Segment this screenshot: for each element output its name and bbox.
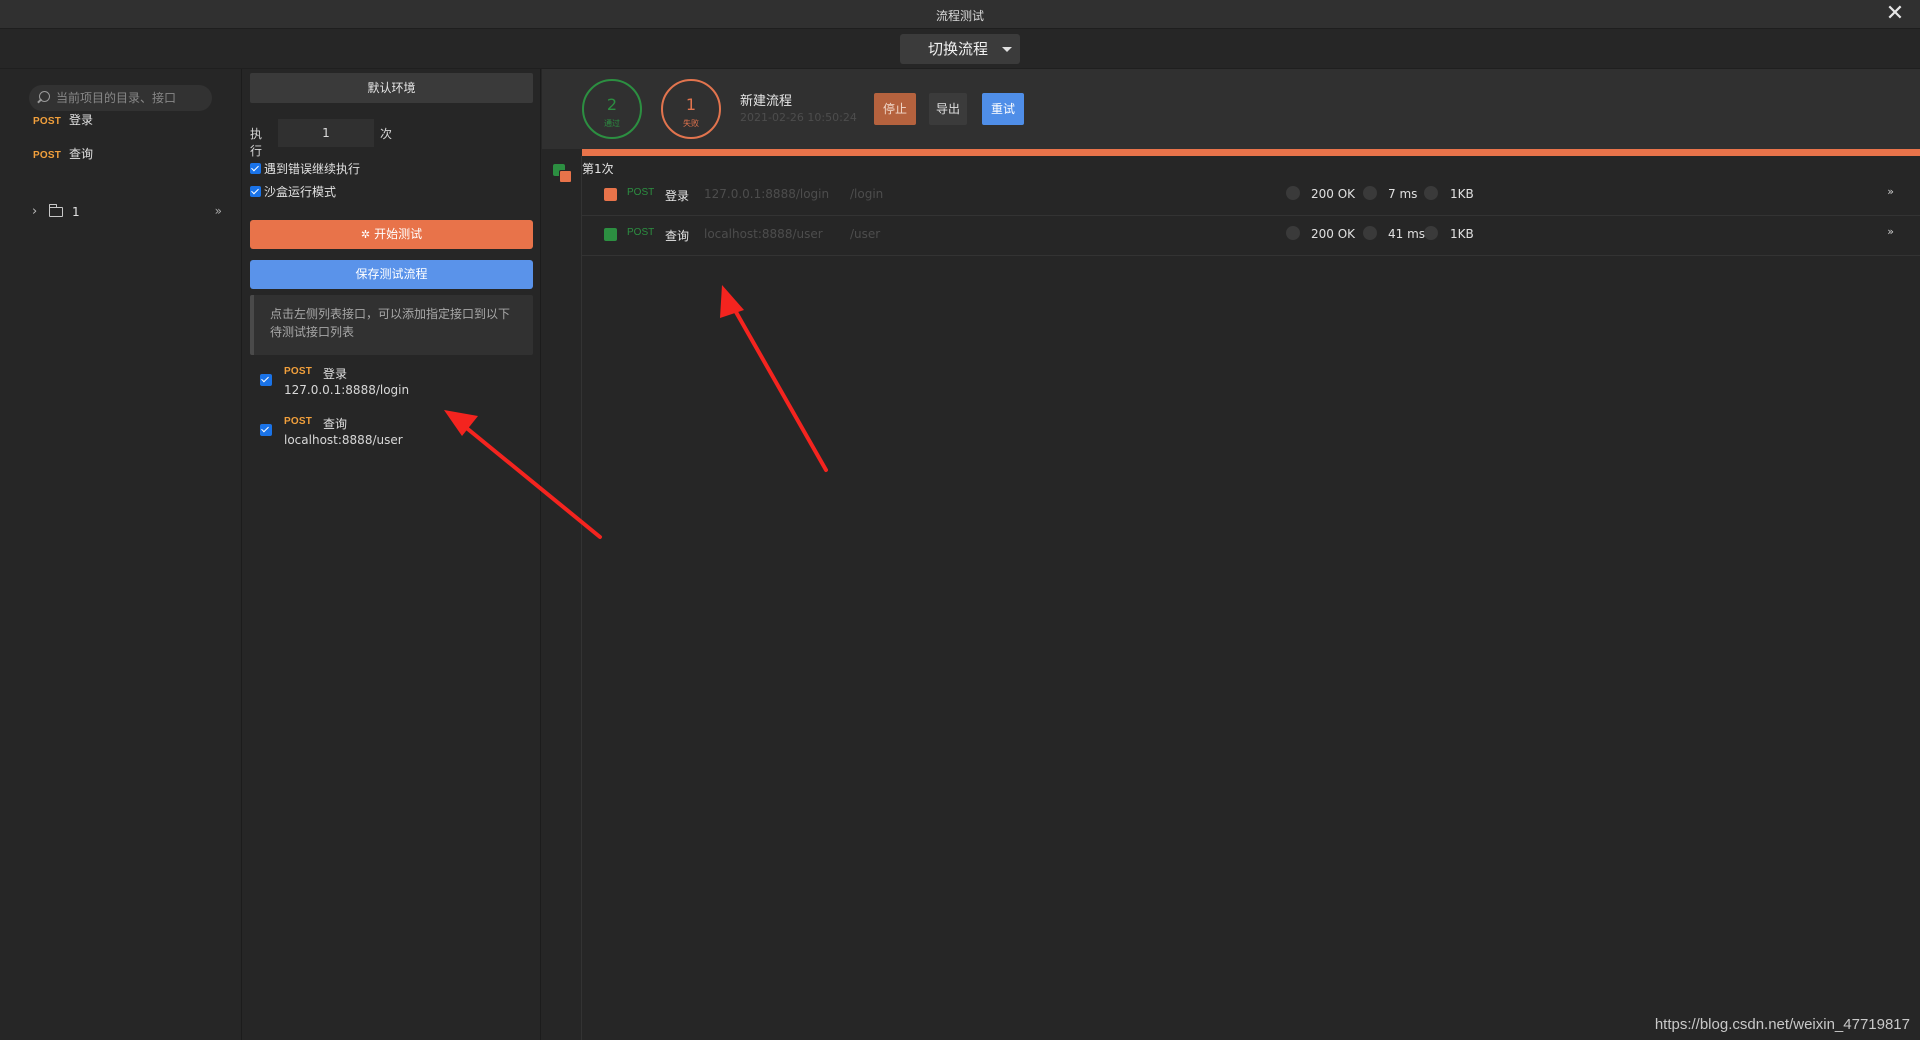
- api-name: 登录: [665, 189, 690, 203]
- project-sidebar: POST 登录 POST 查询 › 1 »: [0, 69, 242, 1040]
- api-name: 登录: [323, 367, 348, 381]
- continue-on-error-row[interactable]: 遇到错误继续执行: [250, 160, 360, 176]
- export-button[interactable]: 导出: [929, 93, 967, 125]
- result-row[interactable]: POST 登录 127.0.0.1:8888/login /login 200 …: [582, 176, 1920, 216]
- fail-count-ring: 1 失败: [661, 79, 721, 139]
- flow-timestamp: 2021-02-26 10:50:24: [740, 111, 857, 124]
- api-path: /login: [850, 187, 884, 201]
- status-code: 200 OK: [1311, 187, 1356, 201]
- fail-count: 1: [685, 95, 697, 114]
- api-name: 登录: [69, 113, 94, 127]
- pass-count-ring: 2 通过: [582, 79, 642, 139]
- config-panel: 默认环境 执行 次 遇到错误继续执行 沙盒运行模式 ✲开始测试 保存测试流程 点…: [243, 69, 541, 1040]
- search-box: [29, 85, 212, 111]
- method-badge: POST: [33, 150, 62, 161]
- method-badge: POST: [627, 187, 655, 198]
- selected-api-checkbox[interactable]: [260, 374, 272, 386]
- sandbox-mode-row[interactable]: 沙盒运行模式: [250, 183, 336, 199]
- close-icon[interactable]: ✕: [1882, 1, 1908, 27]
- run-gutter: [542, 156, 582, 1040]
- response-time: 41 ms: [1388, 227, 1426, 241]
- size-icon: [1424, 186, 1438, 200]
- window-title: 流程测试: [935, 9, 984, 23]
- title-bar: 流程测试 ✕: [0, 0, 1920, 29]
- exec-prefix-label: 执行: [250, 127, 263, 158]
- api-host: localhost:8888/user: [704, 227, 823, 241]
- sandbox-mode-label: 沙盒运行模式: [264, 185, 337, 199]
- expand-chevron-icon[interactable]: »: [1887, 225, 1894, 238]
- hint-text: 点击左侧列表接口，可以添加指定接口到以下待测试接口列表: [250, 295, 533, 355]
- fail-square: [559, 170, 572, 183]
- pass-label: 通过: [604, 119, 620, 128]
- timer-icon: [1363, 186, 1377, 200]
- continue-on-error-label: 遇到错误继续执行: [264, 162, 361, 176]
- selected-api-checkbox[interactable]: [260, 424, 272, 436]
- chevron-right-icon[interactable]: ›: [32, 204, 37, 219]
- api-name: 查询: [323, 417, 348, 431]
- spinner-icon: ✲: [360, 228, 371, 241]
- run-status-icon[interactable]: [553, 164, 573, 184]
- app-root: 流程测试 ✕ 切换流程 POST 登录 POST 查询 › 1 » 默认环境: [0, 0, 1920, 1040]
- sandbox-mode-checkbox[interactable]: [250, 186, 261, 197]
- switch-flow-label: 切换流程: [928, 40, 989, 58]
- stop-button[interactable]: 停止: [874, 93, 916, 125]
- exec-suffix-label: 次: [380, 127, 393, 141]
- result-row[interactable]: POST 查询 localhost:8888/user /user 200 OK…: [582, 216, 1920, 256]
- switch-flow-button[interactable]: 切换流程: [900, 34, 1020, 64]
- status-square: [604, 228, 617, 241]
- retry-button[interactable]: 重试: [982, 93, 1024, 125]
- sidebar-item-login[interactable]: POST 登录: [33, 111, 93, 129]
- timer-icon: [1363, 226, 1377, 240]
- size-icon: [1424, 226, 1438, 240]
- search-input[interactable]: [56, 89, 206, 107]
- environment-select[interactable]: 默认环境: [250, 73, 533, 103]
- response-size: 1KB: [1450, 227, 1474, 241]
- fail-label: 失败: [683, 119, 699, 128]
- start-test-label: 开始测试: [374, 227, 423, 241]
- selected-api-item[interactable]: POST 登录 127.0.0.1:8888/login: [260, 366, 520, 406]
- api-name: 查询: [665, 229, 690, 243]
- api-host: 127.0.0.1:8888/login: [704, 187, 830, 201]
- method-badge: POST: [627, 227, 655, 238]
- results-panel: 2 通过 1 失败 新建流程 2021-02-26 10:50:24 停止 导出…: [542, 69, 1920, 1040]
- double-chevron-icon[interactable]: »: [215, 204, 222, 218]
- method-badge: POST: [284, 416, 313, 427]
- api-url: localhost:8888/user: [284, 433, 403, 447]
- api-url: 127.0.0.1:8888/login: [284, 383, 410, 397]
- response-time: 7 ms: [1388, 187, 1418, 201]
- api-name: 查询: [69, 147, 94, 161]
- status-code-icon: [1286, 226, 1300, 240]
- status-code: 200 OK: [1311, 227, 1356, 241]
- folder-name: 1: [72, 205, 80, 219]
- status-code-icon: [1286, 186, 1300, 200]
- folder-icon: [49, 204, 63, 217]
- caret-down-icon: [1002, 47, 1012, 52]
- run-label: 第1次: [582, 162, 614, 176]
- flow-name: 新建流程: [740, 94, 793, 109]
- response-size: 1KB: [1450, 187, 1474, 201]
- expand-chevron-icon[interactable]: »: [1887, 185, 1894, 198]
- method-badge: POST: [33, 116, 62, 127]
- progress-bar: [582, 149, 1920, 156]
- sidebar-folder[interactable]: › 1 »: [32, 204, 222, 222]
- results-summary: 2 通过 1 失败 新建流程 2021-02-26 10:50:24 停止 导出…: [542, 69, 1920, 149]
- status-square: [604, 188, 617, 201]
- start-test-button[interactable]: ✲ 开始测试: [250, 220, 533, 249]
- pass-count: 2: [606, 95, 618, 114]
- selected-api-item[interactable]: POST 查询 localhost:8888/user: [260, 416, 520, 456]
- exec-count-input[interactable]: [278, 119, 374, 147]
- search-icon: [39, 91, 50, 102]
- save-flow-button[interactable]: 保存测试流程: [250, 260, 533, 289]
- sidebar-item-query[interactable]: POST 查询: [33, 145, 93, 163]
- continue-on-error-checkbox[interactable]: [250, 163, 261, 174]
- switcher-row: 切换流程: [0, 29, 1920, 69]
- watermark-text: https://blog.csdn.net/weixin_47719817: [1654, 1016, 1910, 1033]
- method-badge: POST: [284, 366, 313, 377]
- api-path: /user: [850, 227, 881, 241]
